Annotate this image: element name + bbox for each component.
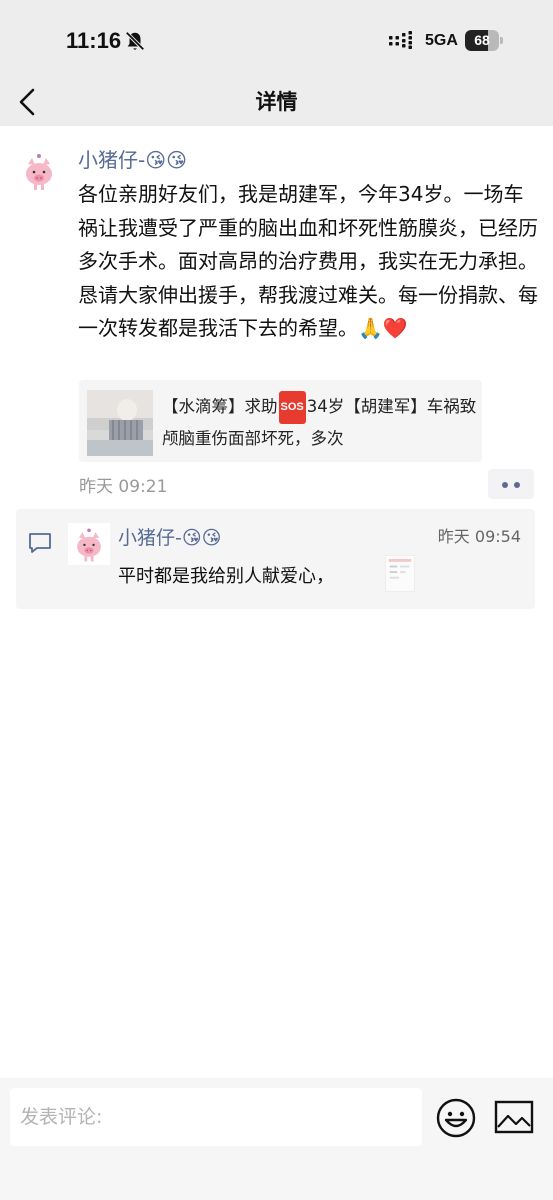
link-title-part1: 【水滴筹】求助: [162, 397, 278, 416]
battery-level: 68: [474, 32, 490, 48]
comment-time: 昨天 09:54: [437, 527, 521, 546]
comment-image[interactable]: [385, 555, 415, 592]
battery-indicator: 68: [465, 30, 503, 51]
page-title: 详情: [255, 90, 298, 114]
status-time: 11:16: [66, 28, 122, 53]
comment-text: 平时都是我给别人献爱心，: [118, 566, 334, 587]
post-username[interactable]: 小猪仔-😘😘: [78, 144, 187, 173]
more-icon: [502, 482, 508, 488]
post-text: 各位亲朋好友们，我是胡建军，今年34岁。一场车祸让我遭受了严重的脑出血和坏死性筋…: [78, 182, 538, 340]
more-button[interactable]: [488, 469, 534, 499]
image-icon[interactable]: [494, 1099, 534, 1135]
comment-icon: [29, 533, 51, 553]
status-bar: 11:16 5GA 68: [0, 0, 553, 80]
more-icon-dot: [514, 482, 520, 488]
comment-input[interactable]: [10, 1088, 422, 1146]
emoji-icon[interactable]: [436, 1098, 476, 1138]
network-label: 5GA: [425, 32, 458, 49]
post-time: 昨天 09:21: [79, 477, 168, 497]
link-title: 【水滴筹】求助 SOS 34岁【胡建军】车祸致颅脑重伤面部坏死，多次: [162, 391, 478, 451]
comment-username[interactable]: 小猪仔-😘😘: [118, 523, 221, 550]
comment-input-bar: [0, 1078, 553, 1200]
comment-section: 小猪仔-😘😘 昨天 09:54 平时都是我给别人献爱心，: [16, 509, 535, 609]
link-card[interactable]: 【水滴筹】求助 SOS 34岁【胡建军】车祸致颅脑重伤面部坏死，多次: [79, 380, 482, 462]
bell-off-icon: [125, 31, 145, 51]
signal-icon: [389, 31, 412, 49]
avatar[interactable]: [16, 148, 62, 194]
comment-avatar[interactable]: [68, 523, 110, 565]
nav-bar: 详情: [0, 80, 553, 126]
link-thumbnail: [87, 390, 153, 456]
sos-badge: SOS: [278, 391, 306, 424]
